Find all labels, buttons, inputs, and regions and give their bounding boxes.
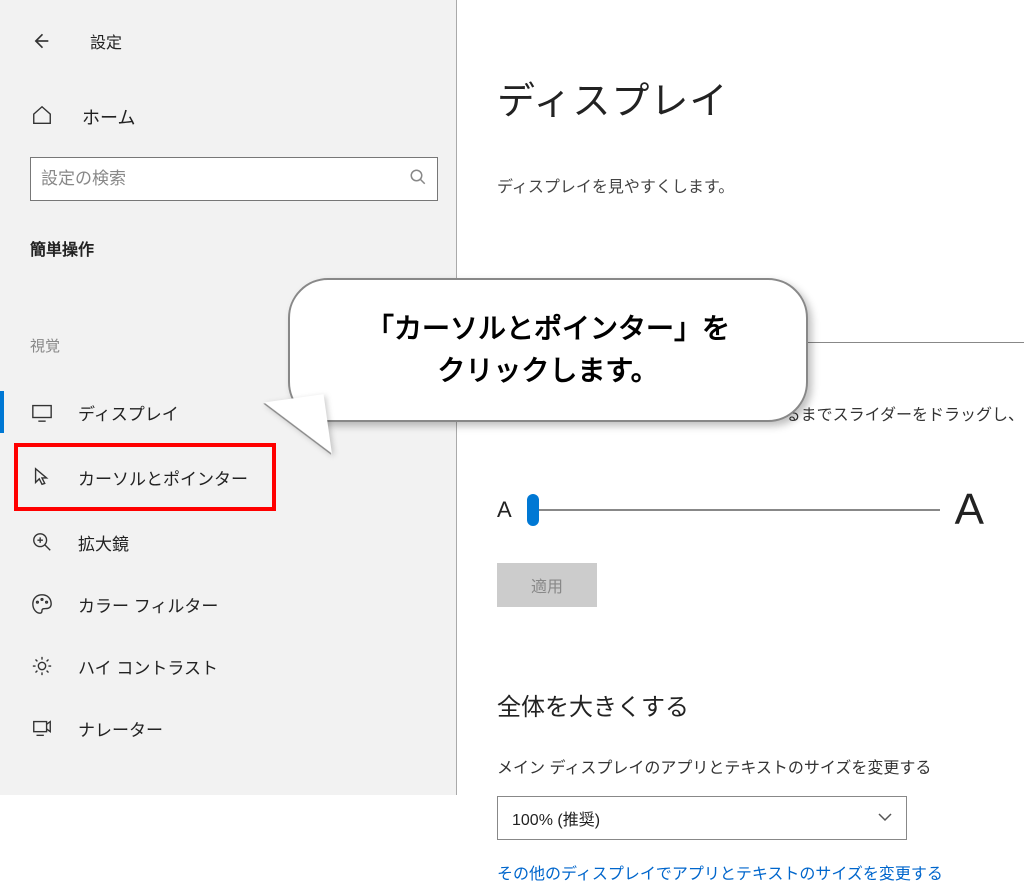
- nav-list: ディスプレイ カーソルとポインター 拡大鏡: [0, 381, 456, 759]
- palette-icon: [30, 593, 54, 615]
- search-icon: [409, 168, 427, 191]
- sidebar-item-label: カラー フィルター: [78, 592, 218, 617]
- sidebar-item-label: カーソルとポインター: [78, 465, 248, 490]
- slider-min-label: A: [497, 497, 512, 523]
- chevron-down-icon: [878, 809, 892, 827]
- sidebar-item-cursor-pointer[interactable]: カーソルとポインター: [14, 443, 276, 511]
- back-arrow-icon[interactable]: [30, 31, 50, 51]
- dropdown-value: 100% (推奨): [512, 806, 600, 830]
- instruction-callout: 「カーソルとポインター」を クリックします。: [288, 278, 808, 422]
- search-box[interactable]: [30, 157, 438, 201]
- text-size-slider[interactable]: [527, 509, 940, 511]
- sidebar-item-narrator[interactable]: ナレーター: [0, 697, 456, 759]
- magnifier-icon: [30, 531, 54, 553]
- window-title: 設定: [90, 29, 122, 53]
- page-description: ディスプレイを見やすくします。: [497, 173, 1024, 197]
- slider-max-label: A: [955, 485, 984, 535]
- sidebar-item-label: ディスプレイ: [78, 400, 179, 425]
- nav-home[interactable]: ホーム: [0, 92, 456, 142]
- slider-handle[interactable]: [527, 494, 539, 526]
- narrator-icon: [30, 717, 54, 739]
- category-header: 簡単操作: [30, 236, 456, 260]
- display-icon: [30, 401, 54, 423]
- sidebar-item-magnifier[interactable]: 拡大鏡: [0, 511, 456, 573]
- sidebar-item-color-filter[interactable]: カラー フィルター: [0, 573, 456, 635]
- scale-dropdown[interactable]: 100% (推奨): [497, 796, 907, 840]
- text-size-slider-row: A A: [497, 485, 1024, 535]
- sidebar-item-label: ナレーター: [78, 716, 163, 741]
- sidebar-item-label: 拡大鏡: [78, 530, 129, 555]
- apply-button[interactable]: 適用: [497, 563, 597, 607]
- home-icon: [30, 104, 54, 131]
- section-scale-desc: メイン ディスプレイのアプリとテキストのサイズを変更する: [497, 754, 1024, 778]
- other-displays-link[interactable]: その他のディスプレイでアプリとテキストのサイズを変更する: [497, 860, 1024, 884]
- nav-home-label: ホーム: [82, 104, 135, 130]
- sidebar-item-high-contrast[interactable]: ハイ コントラスト: [0, 635, 456, 697]
- callout-text: 「カーソルとポインター」を クリックします。: [366, 308, 730, 392]
- page-title: ディスプレイ: [497, 70, 1024, 125]
- callout-tail: [264, 394, 332, 462]
- cursor-icon: [30, 466, 54, 488]
- header-row: 設定: [0, 10, 456, 72]
- section-scale-title: 全体を大きくする: [497, 687, 1024, 722]
- contrast-icon: [30, 655, 54, 677]
- sidebar-item-label: ハイ コントラスト: [78, 654, 218, 679]
- search-input[interactable]: [41, 169, 409, 189]
